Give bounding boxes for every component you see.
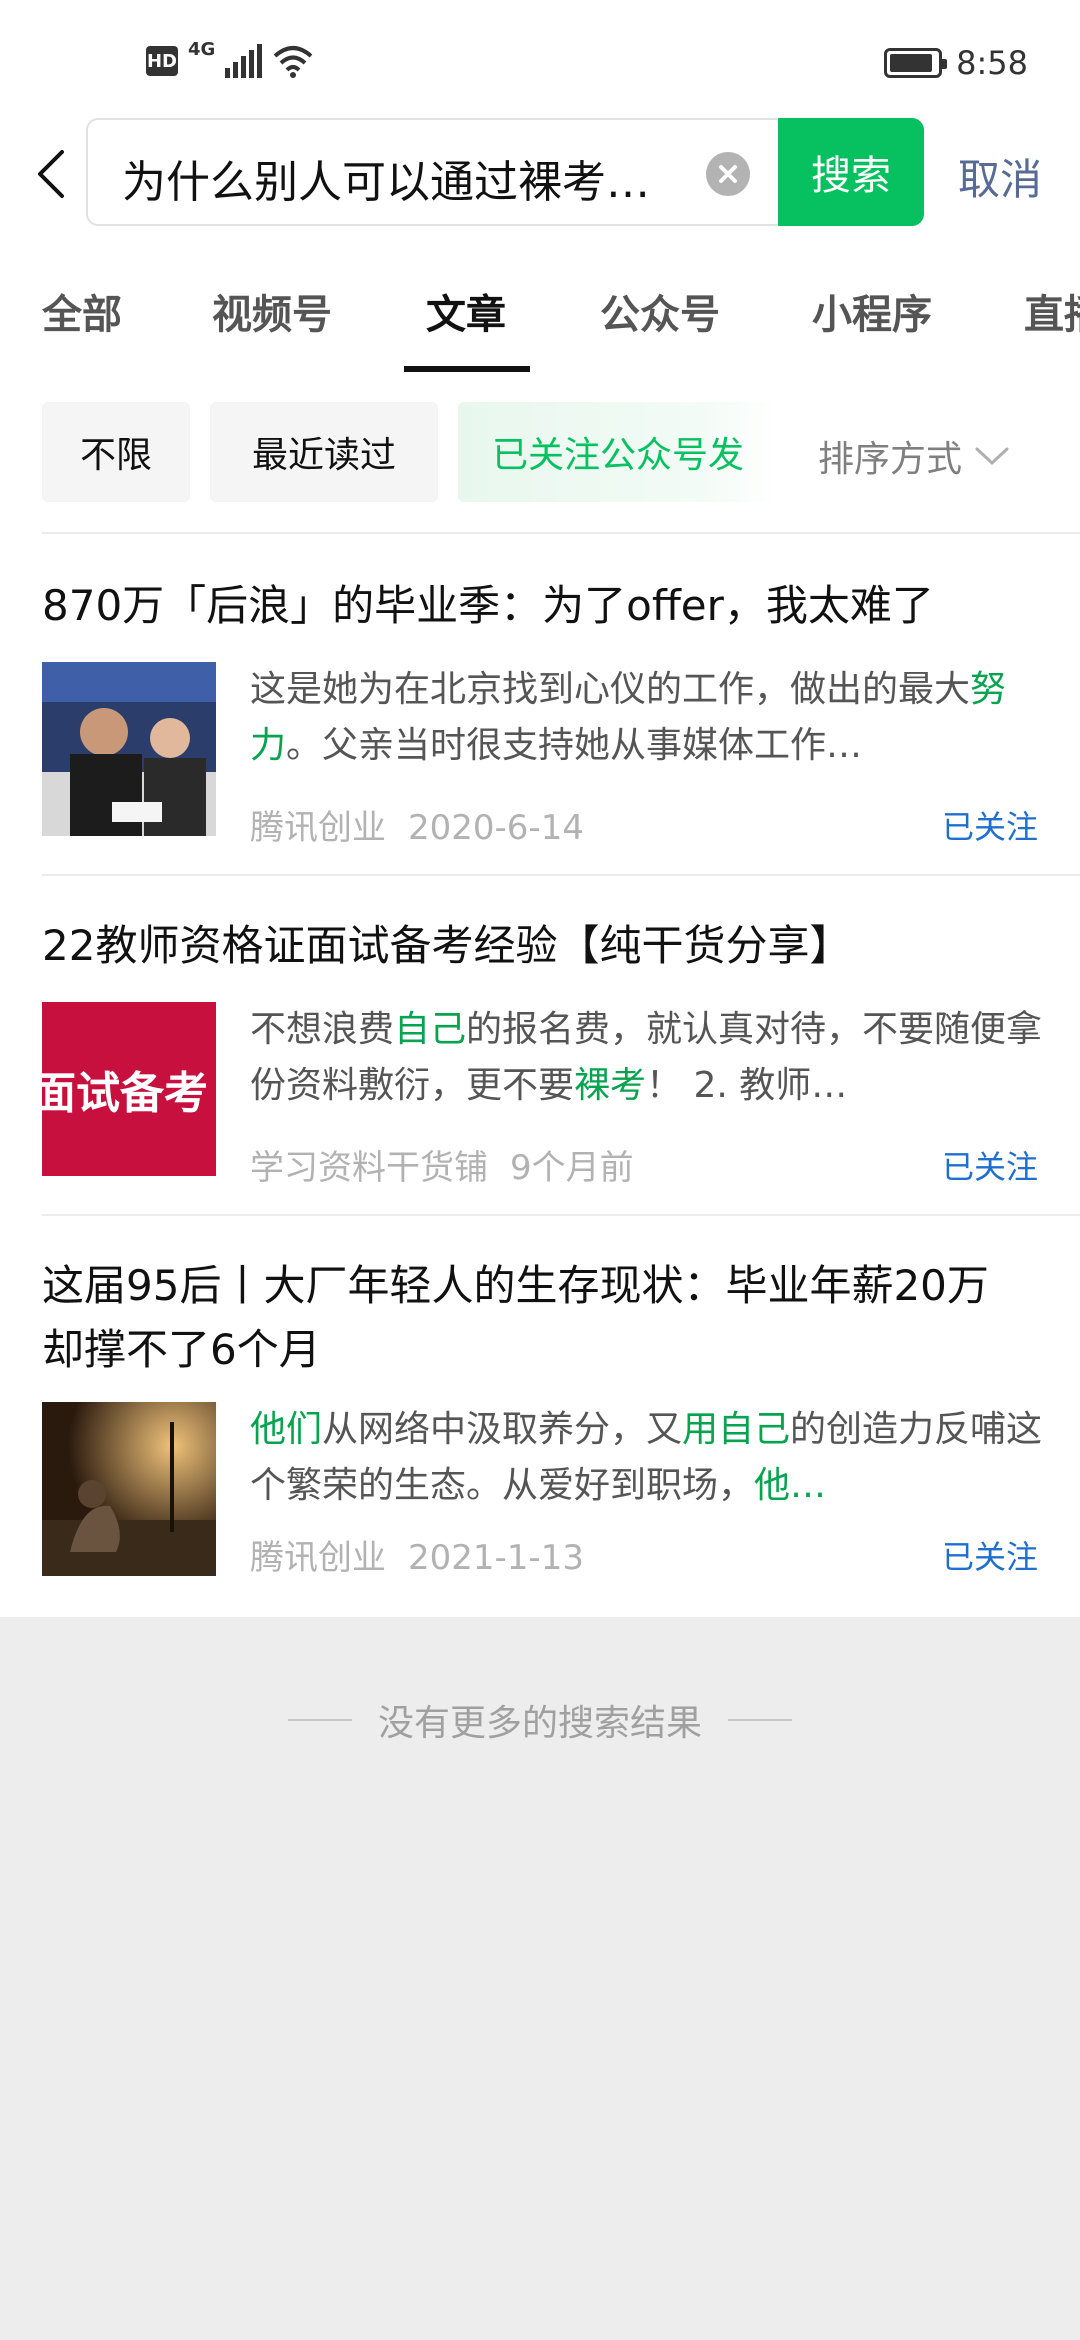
search-result-item[interactable]: 22教师资格证面试备考经验【纯干货分享】 面试备考 不想浪费自己的报名费，就认真… [42,914,1042,1214]
result-description: 这是她为在北京找到心仪的工作，做出的最大努力。父亲当时很支持她从事媒体工作… [250,669,1007,766]
status-left: HD 4G [146,39,313,78]
tab-live[interactable]: 直播 [1024,282,1080,340]
tab-official-accounts[interactable]: 公众号 [600,282,720,340]
tab-articles[interactable]: 文章 [426,282,506,340]
status-bar: HD 4G 8:58 [0,0,1080,120]
filter-chip-recently-read[interactable]: 最近读过 [210,402,438,502]
result-thumbnail: 面试备考 [42,1002,216,1176]
divider-line [287,1719,352,1721]
tab-all[interactable]: 全部 [42,282,122,340]
filter-bar: 不限 最近读过 已关注公众号发 排序方式 [0,402,1080,502]
result-date: 9个月前 [510,1148,634,1188]
result-source: 腾讯创业 [250,808,386,848]
sort-button[interactable]: 排序方式 [818,430,1010,482]
search-result-item[interactable]: 这届95后丨大厂年轻人的生存现状：毕业年薪20万 却撑不了6个月 他们从网络中汲… [42,1254,1042,1594]
search-input[interactable]: 为什么别人可以通过裸考… [86,118,778,226]
no-more-results-text: 没有更多的搜索结果 [377,1703,702,1744]
tab-mini-programs[interactable]: 小程序 [812,282,932,340]
photo-students-icon [42,662,216,836]
hd-badge: HD [146,46,178,76]
result-description: 他们从网络中汲取养分，又用自己的创造力反哺这个繁荣的生态。从爱好到职场，他… [250,1409,1043,1506]
result-title: 22教师资格证面试备考经验【纯干货分享】 [42,921,852,970]
result-meta: 腾讯创业 2020-6-14 [250,800,584,849]
signal-icon [225,44,263,78]
result-meta: 学习资料干货铺 9个月前 [250,1140,634,1189]
result-date: 2020-6-14 [408,808,584,848]
active-tab-indicator [404,366,530,372]
back-button[interactable] [36,146,72,202]
battery-icon [884,48,948,78]
result-source: 学习资料干货铺 [250,1148,488,1188]
tab-channels[interactable]: 视频号 [212,282,332,340]
thumbnail-text: 面试备考 [42,1068,208,1119]
filter-chip-any[interactable]: 不限 [42,402,190,502]
sort-label: 排序方式 [818,439,963,480]
divider-line [728,1719,792,1721]
clear-icon[interactable] [706,152,750,196]
result-source: 腾讯创业 [250,1538,386,1578]
status-right: 8:58 [884,44,1028,82]
search-query-text: 为什么别人可以通过裸考… [122,157,650,208]
followed-badge: 已关注 [941,808,1038,846]
result-date: 2021-1-13 [408,1538,584,1578]
result-title: 870万「后浪」的毕业季：为了offer，我太难了 [42,581,934,630]
divider [42,874,1080,876]
search-row: 为什么别人可以通过裸考… 搜索 取消 [0,118,1080,230]
search-button[interactable]: 搜索 [778,118,924,226]
followed-badge: 已关注 [941,1148,1038,1186]
wifi-icon [273,46,313,78]
clock: 8:58 [956,44,1028,82]
cancel-button[interactable]: 取消 [958,146,1042,207]
followed-badge: 已关注 [941,1538,1038,1576]
chevron-down-icon [975,447,1009,465]
filter-chip-followed[interactable]: 已关注公众号发 [458,402,778,502]
result-title: 这届95后丨大厂年轻人的生存现状：毕业年薪20万 却撑不了6个月 [42,1261,989,1374]
divider [42,532,1080,534]
network-type: 4G [188,38,216,60]
result-meta: 腾讯创业 2021-1-13 [250,1530,584,1579]
result-description: 不想浪费自己的报名费，就认真对待，不要随便拿份资料敷衍，更不要裸考！ 2. 教师… [250,1009,1043,1106]
search-result-item[interactable]: 870万「后浪」的毕业季：为了offer，我太难了 这是她为在北京找到心仪的工作… [42,574,1038,874]
photo-night-street-icon [42,1402,216,1576]
category-tabs: 全部 视频号 文章 公众号 小程序 直播 [0,270,1080,374]
chevron-left-icon [38,150,64,198]
divider [42,1214,1080,1216]
no-more-results: 没有更多的搜索结果 [0,1694,1080,1746]
